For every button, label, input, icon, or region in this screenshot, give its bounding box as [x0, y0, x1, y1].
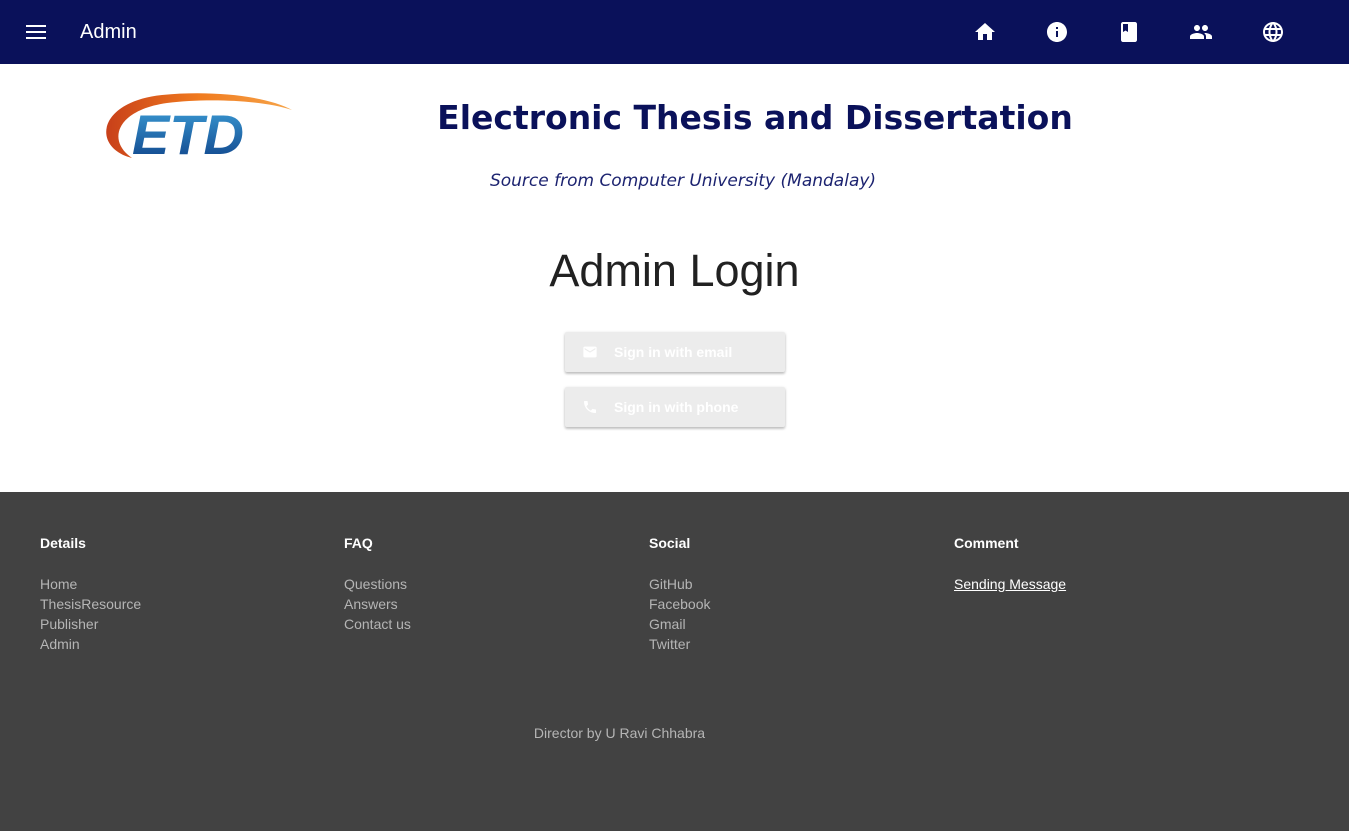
footer-column-social: Social GitHub Facebook Gmail Twitter — [649, 536, 710, 654]
footer-heading: FAQ — [344, 535, 373, 551]
footer-link-sending-message[interactable]: Sending Message — [954, 574, 1066, 594]
etd-logo: ETD — [92, 88, 302, 166]
phone-icon — [582, 399, 598, 415]
page-title: Admin Login — [549, 245, 800, 296]
sign-in-email-button[interactable]: Sign in with email — [565, 332, 785, 372]
app-bar-title: Admin — [80, 21, 137, 43]
top-app-bar: Admin — [0, 0, 1349, 64]
footer-heading: Social — [649, 535, 691, 551]
site-subtitle: Source from Computer University (Mandala… — [489, 171, 877, 191]
site-title: Electronic Thesis and Dissertation — [437, 98, 1073, 137]
globe-icon[interactable] — [1256, 15, 1290, 49]
footer-column-faq: FAQ Questions Answers Contact us — [344, 536, 411, 634]
footer-link-questions[interactable]: Questions — [344, 574, 411, 594]
footer-link-publisher[interactable]: Publisher — [40, 614, 141, 634]
footer-link-contact-us[interactable]: Contact us — [344, 614, 411, 634]
footer: Details Home ThesisResource Publisher Ad… — [0, 492, 1349, 831]
footer-link-thesisresource[interactable]: ThesisResource — [40, 594, 141, 614]
email-icon — [582, 344, 598, 360]
footer-column-comment: Comment Sending Message — [954, 536, 1066, 594]
menu-icon[interactable] — [18, 14, 54, 50]
footer-credit: Director by U Ravi Chhabra — [533, 725, 706, 741]
footer-link-admin[interactable]: Admin — [40, 634, 141, 654]
footer-link-gmail[interactable]: Gmail — [649, 614, 710, 634]
info-icon[interactable] — [1040, 15, 1074, 49]
footer-link-facebook[interactable]: Facebook — [649, 594, 710, 614]
footer-heading: Details — [40, 535, 86, 551]
sign-in-phone-button[interactable]: Sign in with phone — [565, 387, 785, 427]
people-icon[interactable] — [1184, 15, 1218, 49]
footer-heading: Comment — [954, 535, 1019, 551]
footer-link-home[interactable]: Home — [40, 574, 141, 594]
footer-link-github[interactable]: GitHub — [649, 574, 710, 594]
footer-column-details: Details Home ThesisResource Publisher Ad… — [40, 536, 141, 654]
home-icon[interactable] — [968, 15, 1002, 49]
book-icon[interactable] — [1112, 15, 1146, 49]
sign-in-phone-label: Sign in with phone — [614, 399, 739, 415]
footer-link-answers[interactable]: Answers — [344, 594, 411, 614]
sign-in-email-label: Sign in with email — [614, 344, 733, 360]
footer-link-twitter[interactable]: Twitter — [649, 634, 710, 654]
logo-text: ETD — [132, 103, 244, 164]
